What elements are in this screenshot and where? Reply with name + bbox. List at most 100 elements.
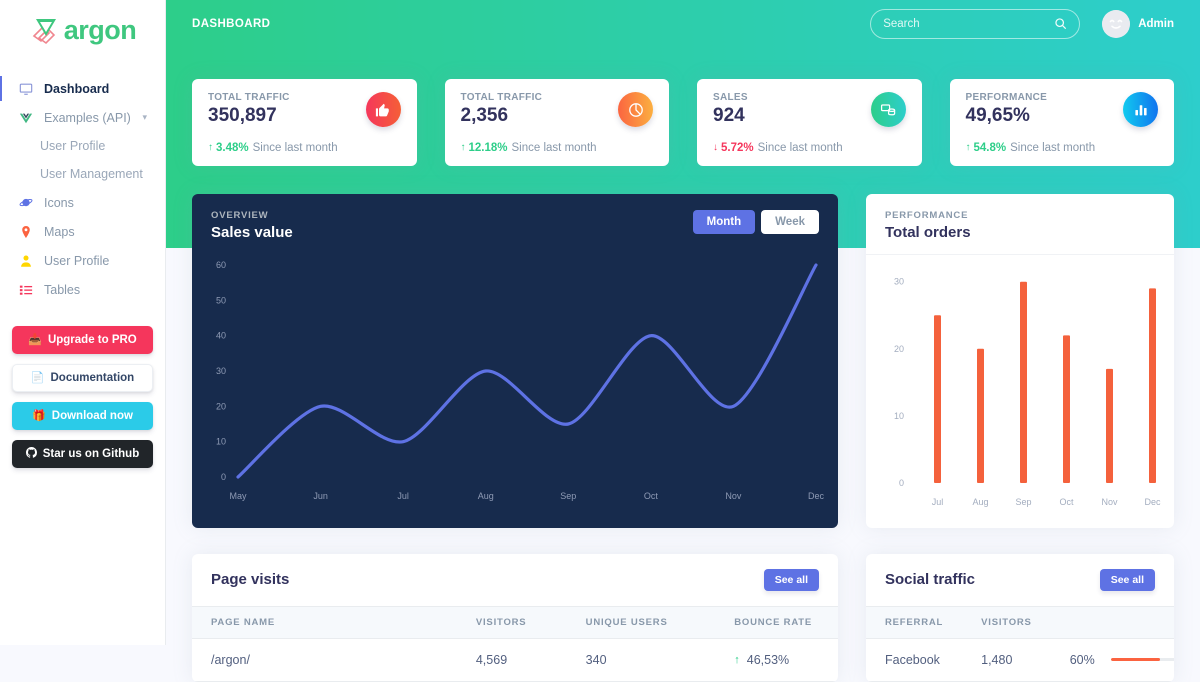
sidebar-item-label: Maps (44, 224, 75, 239)
stat-delta: ↑ 3.48% (208, 142, 249, 154)
download-now-button[interactable]: 🎁 Download now (12, 402, 153, 430)
stat-note: Since last month (511, 141, 597, 154)
bullet-list-icon (18, 282, 33, 297)
star-on-github-button[interactable]: Star us on Github (12, 440, 153, 468)
stat-label: TOTAL TRAFFIC (208, 92, 290, 103)
column-referral: REFERRAL (866, 605, 963, 639)
sidebar-item-maps[interactable]: Maps (0, 217, 165, 246)
thumbs-up-icon (365, 92, 401, 127)
search-icon[interactable] (1054, 17, 1067, 30)
stat-note: Since last month (757, 141, 843, 154)
button-label: Star us on Github (42, 448, 140, 460)
card-pretitle: PERFORMANCE (885, 209, 969, 221)
card-title: Sales value (211, 223, 293, 241)
bounce-rate-value: 46,53% (746, 652, 790, 667)
table-header-row: PAGE NAME VISITORS UNIQUE USERS BOUNCE R… (192, 605, 838, 639)
money-coins-icon (870, 92, 906, 127)
column-bounce-rate: BOUNCE RATE (715, 605, 838, 639)
stat-card-total-traffic-2: TOTAL TRAFFIC 2,356 ↑ 12.18% Since last … (444, 79, 669, 166)
search-box[interactable] (870, 8, 1081, 39)
sales-line-chart[interactable]: 0 10 20 30 40 50 60 May Jun Jul Aug Sep Oct Nov Dec (192, 251, 838, 514)
sidebar-item-dashboard[interactable]: Dashboard (0, 74, 165, 103)
page-visits-see-all-button[interactable]: See all (763, 568, 819, 591)
gift-icon: 🎁 (32, 409, 46, 422)
svg-text:Jul: Jul (932, 497, 944, 507)
argon-v-logo-icon (29, 14, 63, 46)
sidebar-item-icons[interactable]: Icons (0, 188, 165, 217)
stat-label: PERFORMANCE (965, 92, 1048, 103)
column-unique-users: UNIQUE USERS (566, 605, 716, 639)
stat-card-performance: PERFORMANCE 49,65% ↑ 54.8% Since last mo… (949, 79, 1174, 166)
stat-delta-value: 54.8% (973, 141, 1007, 154)
arrow-up-icon: ↑ (208, 142, 213, 154)
tables-row: Page visits See all PAGE NAME VISITORS U… (192, 553, 1174, 682)
sidebar-subitem-user-management[interactable]: User Management (0, 160, 165, 188)
chevron-down-icon[interactable]: ▾ (142, 112, 147, 123)
svg-text:30: 30 (216, 366, 226, 376)
breadcrumb: DASHBOARD (192, 17, 271, 30)
stat-delta-value: 12.18% (468, 141, 508, 154)
svg-text:40: 40 (216, 330, 226, 340)
total-orders-card: PERFORMANCE Total orders 0 10 20 30 Jul Aug Se… (866, 193, 1174, 528)
column-page-name: PAGE NAME (192, 605, 457, 639)
user-name: Admin (1138, 17, 1174, 30)
sidebar-subitem-label: User Profile (40, 139, 106, 153)
sidebar-item-user-profile[interactable]: User Profile (0, 246, 165, 275)
card-pretitle: OVERVIEW (211, 209, 269, 221)
svg-text:Oct: Oct (644, 491, 659, 501)
svg-text:Sep: Sep (1015, 497, 1031, 507)
sidebar-subitem-label: User Management (40, 167, 143, 181)
total-orders-bar-chart[interactable]: 0 10 20 30 Jul Aug Sep Oct Nov Dec (866, 255, 1174, 528)
stat-value: 49,65% (965, 105, 1030, 126)
bar-chart-icon (1123, 92, 1158, 127)
svg-text:20: 20 (216, 401, 226, 411)
stat-delta-value: 3.48% (216, 141, 249, 154)
charts-row: OVERVIEW Sales value Month Week 0 10 20 30 4… (192, 193, 1174, 528)
github-icon (25, 447, 37, 461)
person-icon (18, 253, 33, 268)
sidebar-item-label: User Profile (44, 253, 110, 268)
svg-text:Nov: Nov (725, 491, 742, 501)
stat-note: Since last month (252, 141, 338, 154)
svg-text:Jun: Jun (313, 491, 328, 501)
sidebar-item-label: Examples (API) (44, 110, 131, 125)
stat-card-sales: SALES 924 ↓ 5.72% Since last month (697, 79, 922, 166)
social-traffic-title: Social traffic (885, 571, 976, 589)
upgrade-to-pro-button[interactable]: 📥 Upgrade to PRO (12, 326, 153, 354)
svg-text:60: 60 (216, 260, 226, 270)
stat-delta: ↓ 5.72% (713, 142, 754, 154)
svg-text:Oct: Oct (1059, 497, 1074, 507)
sidebar-item-tables[interactable]: Tables (0, 275, 165, 304)
svg-text:Jul: Jul (397, 491, 409, 501)
svg-text:50: 50 (216, 295, 226, 305)
sidebar-subitem-user-profile[interactable]: User Profile (0, 132, 165, 160)
svg-text:20: 20 (894, 344, 904, 354)
svg-text:Aug: Aug (478, 491, 494, 501)
share-progress-bar (1110, 658, 1174, 662)
sales-value-card: OVERVIEW Sales value Month Week 0 10 20 30 4… (192, 193, 838, 528)
svg-text:10: 10 (894, 411, 904, 421)
stat-cards-row: TOTAL TRAFFIC 350,897 ↑ 3.48% Since last… (192, 79, 1174, 166)
tab-week[interactable]: Week (761, 209, 819, 234)
desktop-icon (18, 81, 33, 96)
stat-value: 2,356 (460, 105, 509, 126)
stat-value: 350,897 (208, 105, 277, 126)
stat-delta: ↑ 54.8% (966, 142, 1007, 154)
social-traffic-see-all-button[interactable]: See all (1099, 568, 1155, 591)
main-content: TOTAL TRAFFIC 350,897 ↑ 3.48% Since last… (166, 47, 1200, 682)
document-icon: 📄 (30, 371, 45, 384)
avatar (1102, 9, 1131, 38)
svg-text:10: 10 (216, 436, 226, 446)
tab-month[interactable]: Month (692, 209, 756, 234)
documentation-button[interactable]: 📄 Documentation (12, 364, 153, 392)
svg-text:Dec: Dec (808, 491, 825, 501)
share-percent: 60% (1069, 652, 1095, 667)
brand-name: argon (63, 14, 137, 45)
brand-logo[interactable]: argon (0, 0, 165, 60)
table-header-row: REFERRAL VISITORS (866, 605, 1174, 639)
arrow-up-icon: ↑ (734, 653, 740, 666)
user-menu[interactable]: Admin (1102, 9, 1174, 38)
search-input[interactable] (883, 17, 1049, 30)
sidebar-item-examples-api[interactable]: Examples (API) ▾ (0, 103, 165, 132)
svg-text:Dec: Dec (1144, 497, 1161, 507)
